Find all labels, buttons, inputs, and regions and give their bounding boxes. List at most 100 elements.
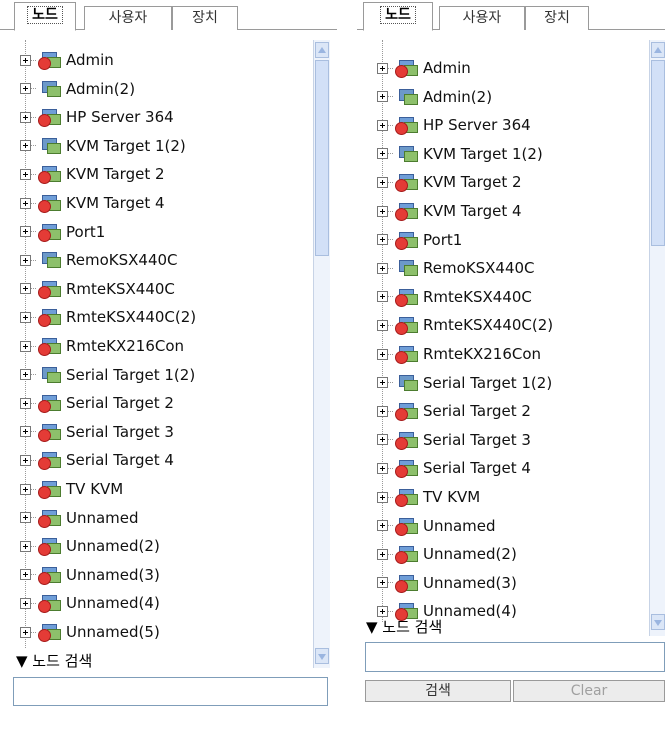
- tree-node[interactable]: Unnamed(3): [6, 563, 160, 587]
- tree-node[interactable]: RmteKX216Con: [6, 334, 184, 358]
- tree-node[interactable]: Unnamed(2): [363, 542, 517, 566]
- tree-node[interactable]: Unnamed(2): [6, 534, 160, 558]
- scroll-down-button[interactable]: [315, 648, 329, 664]
- tree-node[interactable]: Unnamed: [363, 514, 496, 538]
- tree-node[interactable]: Serial Target 1(2): [363, 371, 552, 395]
- expand-plus-icon[interactable]: [377, 91, 388, 103]
- expand-plus-icon[interactable]: [377, 291, 388, 303]
- tree-node[interactable]: Admin: [6, 48, 114, 72]
- expand-plus-icon[interactable]: [377, 148, 388, 160]
- tree-scrollbar[interactable]: [313, 40, 330, 668]
- expand-plus-icon[interactable]: [377, 205, 388, 217]
- scroll-down-button[interactable]: [651, 614, 665, 630]
- expand-plus-icon[interactable]: [377, 577, 388, 589]
- scroll-thumb[interactable]: [315, 60, 329, 256]
- expand-plus-icon[interactable]: [377, 62, 388, 74]
- search-input[interactable]: [365, 642, 665, 672]
- search-input[interactable]: [13, 677, 328, 706]
- tab-nodes[interactable]: 노드: [14, 2, 76, 31]
- expand-plus-icon[interactable]: [377, 548, 388, 560]
- tab-nodes[interactable]: 노드: [363, 2, 433, 31]
- expand-plus-icon[interactable]: [20, 54, 31, 66]
- expand-plus-icon[interactable]: [20, 140, 31, 152]
- tree-node[interactable]: RmteKX216Con: [363, 342, 541, 366]
- tree-node[interactable]: KVM Target 2: [363, 170, 522, 194]
- tree-node[interactable]: RemoKSX440C: [6, 248, 178, 272]
- tab-devices[interactable]: 장치: [172, 6, 238, 30]
- search-header[interactable]: ▼ 노드 검색: [16, 650, 92, 672]
- expand-plus-icon[interactable]: [20, 254, 31, 266]
- tree-node[interactable]: Admin(2): [6, 77, 135, 101]
- scroll-thumb[interactable]: [651, 60, 665, 246]
- tree-node[interactable]: Serial Target 3: [6, 420, 174, 444]
- expand-plus-icon[interactable]: [377, 405, 388, 417]
- expand-plus-icon[interactable]: [20, 283, 31, 295]
- expand-plus-icon[interactable]: [20, 597, 31, 609]
- expand-plus-icon[interactable]: [20, 83, 31, 95]
- tree-scrollbar[interactable]: [649, 40, 665, 636]
- tree-node[interactable]: RmteKSX440C: [6, 277, 175, 301]
- expand-plus-icon[interactable]: [377, 434, 388, 446]
- tree-node[interactable]: KVM Target 4: [6, 191, 165, 215]
- expand-plus-icon[interactable]: [20, 340, 31, 352]
- expand-plus-icon[interactable]: [20, 168, 31, 180]
- expand-plus-icon[interactable]: [20, 512, 31, 524]
- tree-node[interactable]: TV KVM: [363, 485, 480, 509]
- tree-node[interactable]: Unnamed: [6, 506, 139, 530]
- tree-node[interactable]: Serial Target 3: [363, 428, 531, 452]
- expand-plus-icon[interactable]: [20, 397, 31, 409]
- tree-node[interactable]: KVM Target 2: [6, 162, 165, 186]
- tree-node[interactable]: HP Server 364: [363, 113, 531, 137]
- tree-node[interactable]: KVM Target 1(2): [363, 142, 543, 166]
- tab-users[interactable]: 사용자: [84, 6, 172, 30]
- expand-plus-icon[interactable]: [20, 197, 31, 209]
- tree-node[interactable]: RemoKSX440C: [363, 256, 535, 280]
- tree-node[interactable]: Unnamed(3): [363, 571, 517, 595]
- expand-plus-icon[interactable]: [377, 262, 388, 274]
- expand-plus-icon[interactable]: [20, 369, 31, 381]
- tree-node[interactable]: KVM Target 1(2): [6, 134, 186, 158]
- expand-plus-icon[interactable]: [20, 226, 31, 238]
- tree-node[interactable]: Serial Target 1(2): [6, 363, 195, 387]
- tree-node[interactable]: RmteKSX440C(2): [6, 305, 196, 329]
- tree-node[interactable]: RmteKSX440C(2): [363, 313, 553, 337]
- tree-node[interactable]: Unnamed(5): [6, 620, 160, 644]
- expand-plus-icon[interactable]: [20, 483, 31, 495]
- tree-node[interactable]: Serial Target 4: [363, 456, 531, 480]
- expand-plus-icon[interactable]: [377, 319, 388, 331]
- expand-plus-icon[interactable]: [377, 377, 388, 389]
- tab-devices[interactable]: 장치: [525, 6, 589, 30]
- scroll-up-button[interactable]: [651, 42, 665, 58]
- expand-plus-icon[interactable]: [377, 348, 388, 360]
- tree-node[interactable]: Serial Target 2: [363, 399, 531, 423]
- expand-plus-icon[interactable]: [377, 176, 388, 188]
- tree-node[interactable]: KVM Target 4: [363, 199, 522, 223]
- scroll-up-button[interactable]: [315, 42, 329, 58]
- tree-node[interactable]: RmteKSX440C: [363, 285, 532, 309]
- node-tree[interactable]: Admin Admin(2) HP Server 364 KVM Target 1(2…: [0, 40, 317, 648]
- expand-plus-icon[interactable]: [20, 111, 31, 123]
- tree-node[interactable]: Admin: [363, 56, 471, 80]
- clear-button[interactable]: Clear: [513, 680, 665, 702]
- tree-node[interactable]: Serial Target 2: [6, 391, 174, 415]
- search-button[interactable]: 검색: [365, 680, 511, 702]
- tree-node[interactable]: HP Server 364: [6, 105, 174, 129]
- tree-node[interactable]: Port1: [6, 220, 105, 244]
- expand-plus-icon[interactable]: [20, 569, 31, 581]
- search-header[interactable]: ▼ 노드 검색: [366, 616, 442, 638]
- expand-plus-icon[interactable]: [20, 311, 31, 323]
- expand-plus-icon[interactable]: [20, 454, 31, 466]
- tab-users[interactable]: 사용자: [439, 6, 525, 30]
- tree-node[interactable]: Admin(2): [363, 85, 492, 109]
- node-tree[interactable]: Admin Admin(2) HP Server 364 KVM Target 1(2…: [357, 40, 647, 622]
- expand-plus-icon[interactable]: [377, 234, 388, 246]
- expand-plus-icon[interactable]: [377, 491, 388, 503]
- expand-plus-icon[interactable]: [20, 426, 31, 438]
- tree-node[interactable]: Port1: [363, 228, 462, 252]
- expand-plus-icon[interactable]: [20, 626, 31, 638]
- expand-plus-icon[interactable]: [20, 540, 31, 552]
- tree-node[interactable]: Unnamed(4): [6, 591, 160, 615]
- tree-node[interactable]: TV KVM: [6, 477, 123, 501]
- expand-plus-icon[interactable]: [377, 119, 388, 131]
- expand-plus-icon[interactable]: [377, 520, 388, 532]
